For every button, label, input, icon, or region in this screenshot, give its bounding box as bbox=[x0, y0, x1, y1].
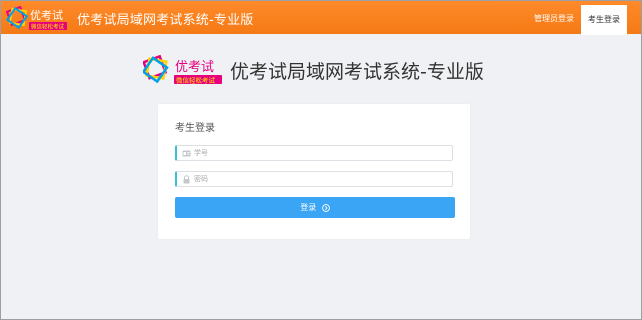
hero-title: 优考试局域网考试系统-专业版 bbox=[230, 61, 484, 83]
password-placeholder: 密码 bbox=[194, 175, 208, 183]
hero-logo: 优考试 微信轻松考试 bbox=[143, 54, 222, 85]
arrow-circle-right-icon bbox=[321, 203, 330, 212]
login-card: 考生登录 学号 密码 登录 bbox=[158, 104, 470, 239]
login-button[interactable]: 登录 bbox=[175, 197, 455, 218]
app-title: 优考试局域网考试系统-专业版 bbox=[77, 13, 254, 28]
password-input[interactable]: 密码 bbox=[175, 171, 453, 187]
svg-text:优考试: 优考试 bbox=[30, 9, 63, 22]
student-login-tab[interactable]: 考生登录 bbox=[581, 5, 627, 35]
id-card-icon bbox=[182, 150, 191, 157]
login-card-title: 考生登录 bbox=[175, 123, 215, 134]
app-logo: 优考试 微信轻松考试 bbox=[6, 5, 67, 31]
svg-text:微信轻松考试: 微信轻松考试 bbox=[176, 76, 216, 85]
login-button-label: 登录 bbox=[300, 203, 317, 212]
admin-login-link[interactable]: 管理员登录 bbox=[527, 1, 581, 34]
svg-text:优考试: 优考试 bbox=[175, 60, 214, 75]
top-bar: 优考试 微信轻松考试 优考试局域网考试系统-专业版 管理员登录 考生登录 bbox=[1, 1, 641, 35]
student-id-input[interactable]: 学号 bbox=[175, 145, 453, 161]
svg-text:微信轻松考试: 微信轻松考试 bbox=[31, 23, 65, 31]
student-id-placeholder: 学号 bbox=[194, 149, 208, 157]
lock-icon bbox=[183, 175, 190, 184]
